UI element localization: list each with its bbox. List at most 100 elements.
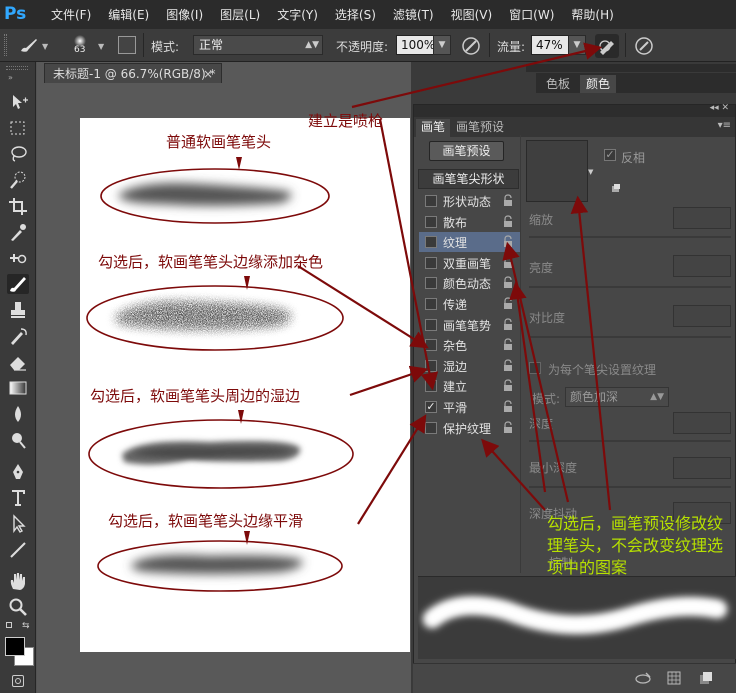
tab-swatches[interactable]: 色板 (540, 75, 576, 93)
contrast-slider[interactable] (529, 336, 731, 338)
crop-tool-icon[interactable] (7, 196, 29, 216)
brush-option-row[interactable]: 传递 (419, 294, 520, 314)
eraser-tool-icon[interactable] (7, 352, 29, 372)
lock-icon[interactable] (502, 318, 514, 331)
lock-icon[interactable] (502, 400, 514, 413)
tab-brush[interactable]: 画笔 (416, 119, 451, 137)
brush-option-checkbox[interactable] (425, 236, 437, 248)
opacity-dropdown-icon[interactable]: ▼ (433, 35, 451, 55)
lock-icon[interactable] (502, 215, 514, 228)
gradient-tool-icon[interactable] (7, 378, 29, 398)
clone-stamp-tool-icon[interactable] (7, 300, 29, 320)
opacity-input[interactable]: 100% (396, 35, 435, 55)
lock-icon[interactable] (502, 194, 514, 207)
flow-dropdown-icon[interactable]: ▼ (568, 35, 586, 55)
quick-selection-tool-icon[interactable] (7, 170, 29, 190)
depth-input[interactable] (673, 412, 731, 434)
brush-option-checkbox[interactable] (425, 257, 437, 269)
mode-select[interactable]: 正常 ▲▼ (193, 35, 323, 55)
foreground-color-swatch[interactable] (5, 637, 25, 656)
dodge-tool-icon[interactable] (7, 430, 29, 450)
brush-option-checkbox[interactable] (425, 298, 437, 310)
move-tool-icon[interactable] (7, 92, 29, 112)
type-tool-icon[interactable] (7, 488, 29, 508)
menu-image[interactable]: 图像(I) (166, 6, 203, 23)
brush-option-row[interactable]: 颜色动态 (419, 273, 520, 293)
brush-picker-dropdown-icon[interactable]: ▼ (98, 42, 104, 51)
brush-option-row[interactable]: 纹理 (419, 232, 520, 252)
marquee-tool-icon[interactable] (7, 118, 29, 138)
menu-select[interactable]: 选择(S) (335, 6, 376, 23)
blur-tool-icon[interactable] (7, 404, 29, 424)
brush-option-row[interactable]: ✓ 平滑 (419, 397, 520, 417)
document-tab[interactable]: 未标题-1 @ 66.7%(RGB/8) * × (44, 63, 222, 83)
default-colors-icon[interactable] (6, 622, 12, 628)
contrast-input[interactable] (673, 305, 731, 327)
brush-option-checkbox[interactable] (425, 422, 437, 434)
brush-option-row[interactable]: 双重画笔 (419, 253, 520, 273)
lock-icon[interactable] (502, 235, 514, 248)
quick-mask-icon[interactable] (12, 675, 24, 687)
brush-tool-icon[interactable] (7, 274, 29, 294)
brush-option-checkbox[interactable]: ✓ (425, 401, 437, 413)
size-pressure-icon[interactable] (632, 34, 656, 58)
invert-checkbox[interactable]: ✓ (604, 149, 616, 161)
hand-tool-icon[interactable] (7, 571, 29, 591)
brush-option-row[interactable]: 湿边 (419, 356, 520, 376)
brush-option-row[interactable]: 散布 (419, 212, 520, 232)
min-depth-input[interactable] (673, 457, 731, 479)
lock-icon[interactable] (502, 379, 514, 392)
path-selection-tool-icon[interactable] (7, 514, 29, 534)
brush-option-row[interactable]: 建立 (419, 376, 520, 396)
flow-input[interactable]: 47% (531, 35, 569, 55)
brush-option-row[interactable]: 杂色 (419, 335, 520, 355)
airbrush-icon[interactable] (595, 34, 619, 58)
healing-brush-tool-icon[interactable] (7, 248, 29, 268)
brush-grid-icon[interactable] (667, 671, 681, 685)
opacity-pressure-icon[interactable] (459, 34, 483, 58)
brush-tool-icon[interactable] (18, 36, 40, 54)
brush-option-checkbox[interactable] (425, 216, 437, 228)
tool-preset-dropdown-icon[interactable]: ▼ (42, 42, 48, 51)
tab-color[interactable]: 颜色 (580, 75, 617, 93)
lock-icon[interactable] (502, 421, 514, 434)
new-brush-preset-icon[interactable] (699, 671, 713, 685)
brush-option-row[interactable]: 画笔笔势 (419, 315, 520, 335)
min-depth-slider[interactable] (529, 486, 731, 488)
menu-filter[interactable]: 滤镜(T) (393, 6, 434, 23)
lock-icon[interactable] (502, 359, 514, 372)
swap-colors-icon[interactable]: ⇆ (22, 621, 30, 631)
zoom-tool-icon[interactable] (7, 597, 29, 617)
brush-option-checkbox[interactable] (425, 277, 437, 289)
toggle-brush-panel-icon[interactable] (118, 36, 136, 54)
lock-icon[interactable] (502, 276, 514, 289)
menu-help[interactable]: 帮助(H) (571, 6, 613, 23)
history-brush-tool-icon[interactable] (7, 326, 29, 346)
panel-menu-icon[interactable]: ▾≡ (718, 120, 731, 131)
texture-mode-select[interactable]: 颜色加深 ▲▼ (565, 387, 669, 407)
brightness-slider[interactable] (529, 286, 731, 288)
menu-view[interactable]: 视图(V) (451, 6, 493, 23)
brightness-input[interactable] (673, 255, 731, 277)
collapse-panel-icon[interactable]: ◂◂ ✕ (710, 103, 729, 113)
menu-file[interactable]: 文件(F) (51, 6, 91, 23)
lock-icon[interactable] (502, 338, 514, 351)
brush-tip-shape-item[interactable]: 画笔笔尖形状 (418, 169, 519, 189)
depth-slider[interactable] (529, 440, 731, 442)
brush-option-checkbox[interactable] (425, 360, 437, 372)
lock-icon[interactable] (502, 297, 514, 310)
new-pattern-preset-icon[interactable] (611, 183, 621, 193)
scale-input[interactable] (673, 207, 731, 229)
brush-option-row[interactable]: 保护纹理 (419, 418, 520, 438)
line-tool-icon[interactable] (7, 540, 29, 560)
texture-pattern-swatch[interactable] (526, 140, 588, 202)
brush-option-checkbox[interactable] (425, 339, 437, 351)
texture-each-tip-checkbox[interactable] (529, 362, 541, 374)
brush-presets-button[interactable]: 画笔预设 (429, 141, 504, 161)
tab-brush-presets[interactable]: 画笔预设 (451, 119, 509, 137)
brush-option-checkbox[interactable] (425, 195, 437, 207)
toggle-live-tip-icon[interactable] (634, 671, 652, 685)
menu-edit[interactable]: 编辑(E) (108, 6, 149, 23)
pattern-picker-dropdown-icon[interactable]: ▼ (588, 168, 593, 176)
brush-option-row[interactable]: 形状动态 (419, 191, 520, 211)
